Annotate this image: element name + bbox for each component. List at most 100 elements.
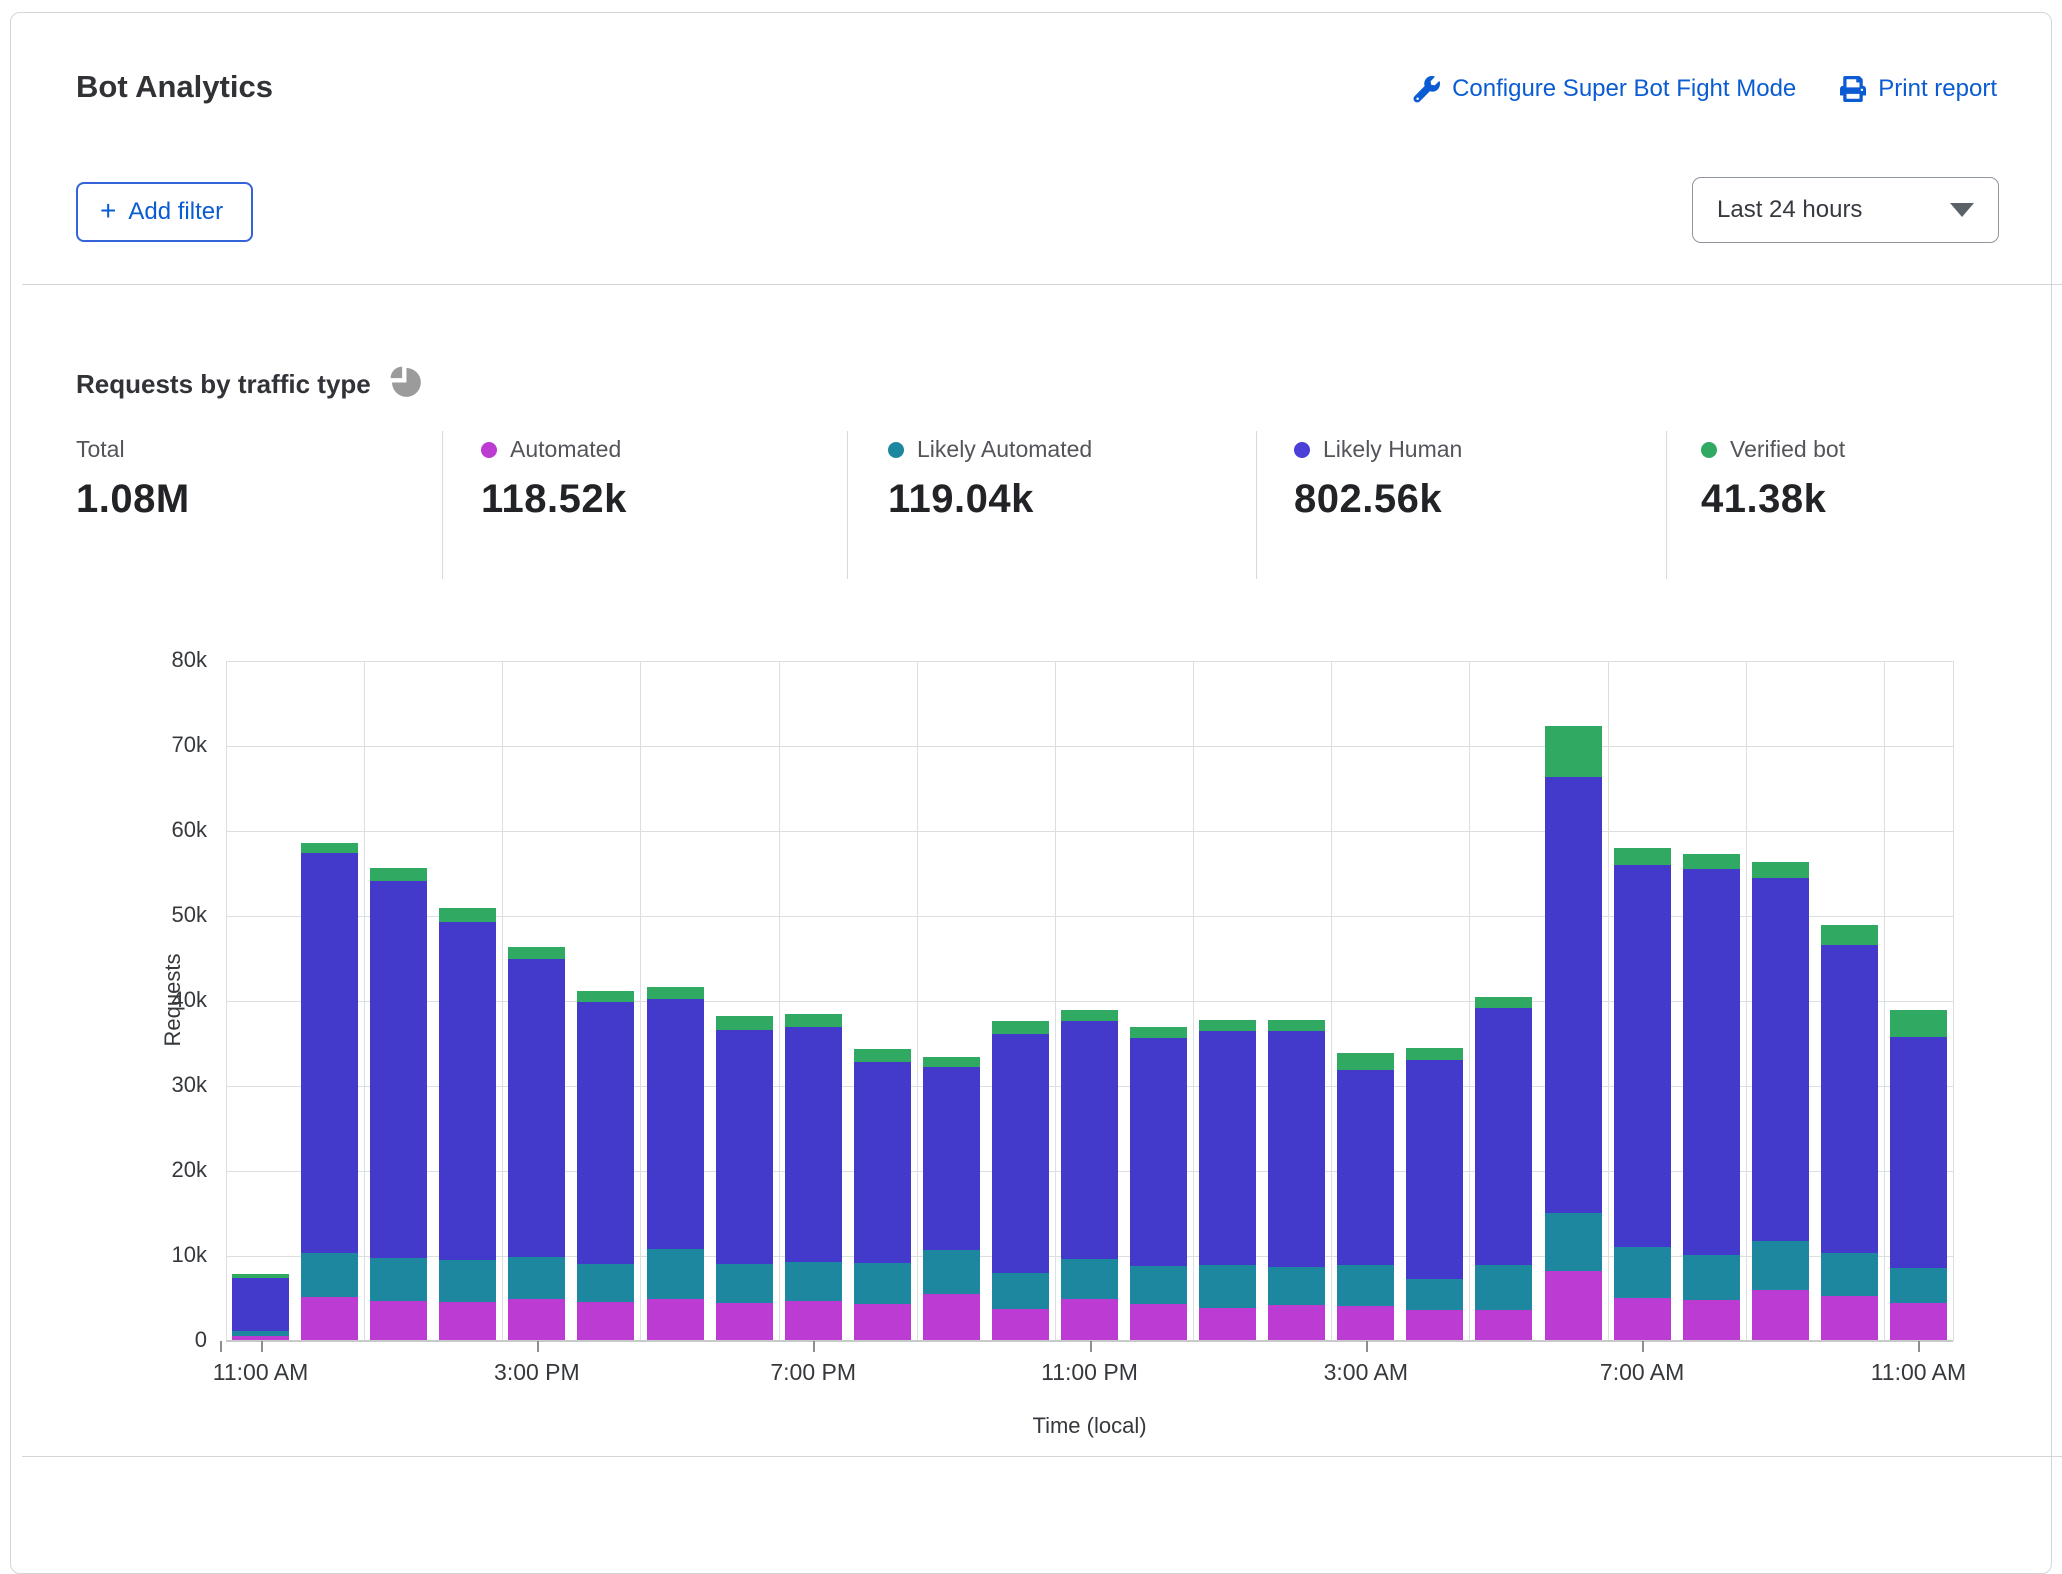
bar-hour-21[interactable] <box>1683 854 1740 1341</box>
bar-segment-verified-bot <box>716 1016 773 1030</box>
v-gridline <box>502 661 503 1341</box>
v-gridline <box>1608 661 1609 1341</box>
bar-segment-automated <box>439 1302 496 1341</box>
bar-segment-automated <box>785 1301 842 1341</box>
stat-total: Total 1.08M <box>76 436 190 522</box>
bar-hour-6[interactable] <box>647 987 704 1341</box>
bar-segment-verified-bot <box>1821 925 1878 945</box>
v-gridline <box>226 661 227 1341</box>
bar-hour-17[interactable] <box>1406 1048 1463 1341</box>
y-tick-label: 0 <box>117 1327 207 1353</box>
page-title: Bot Analytics <box>76 69 273 105</box>
bar-segment-likely-human <box>1199 1031 1256 1265</box>
bar-segment-automated <box>923 1294 980 1341</box>
bar-segment-likely-automated <box>1752 1241 1809 1290</box>
bar-hour-14[interactable] <box>1199 1020 1256 1341</box>
bar-segment-verified-bot <box>1890 1010 1947 1037</box>
v-gridline <box>917 661 918 1341</box>
stat-likely-automated: Likely Automated119.04k <box>888 436 1092 522</box>
bar-segment-likely-automated <box>1475 1265 1532 1311</box>
bar-segment-verified-bot <box>923 1057 980 1067</box>
bar-hour-1[interactable] <box>301 843 358 1341</box>
bar-segment-automated <box>1475 1310 1532 1341</box>
bar-segment-automated <box>370 1301 427 1341</box>
bar-segment-likely-automated <box>1130 1266 1187 1303</box>
bar-segment-likely-automated <box>1821 1253 1878 1296</box>
bar-segment-likely-human <box>232 1278 289 1331</box>
bar-hour-4[interactable] <box>508 947 565 1341</box>
legend-dot-icon <box>1294 442 1310 458</box>
y-tick-label: 70k <box>117 732 207 758</box>
bar-hour-23[interactable] <box>1821 925 1878 1341</box>
bar-segment-automated <box>508 1299 565 1342</box>
bar-hour-7[interactable] <box>716 1016 773 1341</box>
bar-segment-verified-bot <box>992 1021 1049 1034</box>
bar-segment-automated <box>854 1304 911 1341</box>
bar-segment-automated <box>992 1309 1049 1341</box>
bar-segment-verified-bot <box>508 947 565 960</box>
stat-value: 1.08M <box>76 477 190 522</box>
y-tick-label: 80k <box>117 647 207 673</box>
bar-hour-13[interactable] <box>1130 1027 1187 1341</box>
bar-segment-verified-bot <box>370 868 427 882</box>
stat-divider <box>847 431 848 579</box>
stat-value: 41.38k <box>1701 477 1845 522</box>
y-tick-label: 10k <box>117 1242 207 1268</box>
bar-hour-12[interactable] <box>1061 1010 1118 1341</box>
bar-hour-24[interactable] <box>1890 1010 1947 1341</box>
bar-hour-8[interactable] <box>785 1014 842 1341</box>
bar-segment-verified-bot <box>577 991 634 1002</box>
print-report-link[interactable]: Print report <box>1840 75 1997 103</box>
y-tick-label: 40k <box>117 987 207 1013</box>
bar-segment-likely-human <box>1545 777 1602 1213</box>
bar-segment-automated <box>1545 1271 1602 1341</box>
x-tick <box>1366 1341 1368 1352</box>
bar-segment-likely-automated <box>370 1258 427 1301</box>
bar-segment-likely-automated <box>785 1262 842 1301</box>
x-tick <box>1090 1341 1092 1352</box>
bar-hour-3[interactable] <box>439 908 496 1341</box>
bar-segment-verified-bot <box>439 908 496 922</box>
bar-segment-automated <box>1683 1300 1740 1341</box>
bar-segment-verified-bot <box>301 843 358 853</box>
bar-segment-likely-human <box>1890 1037 1947 1268</box>
section-title-label: Requests by traffic type <box>76 369 371 400</box>
bar-hour-16[interactable] <box>1337 1053 1394 1341</box>
bar-segment-likely-automated <box>1683 1255 1740 1300</box>
bar-segment-likely-human <box>577 1002 634 1264</box>
bar-segment-likely-automated <box>1545 1213 1602 1272</box>
x-tick-label: 3:00 PM <box>447 1359 627 1386</box>
bar-hour-5[interactable] <box>577 991 634 1341</box>
bar-hour-0[interactable] <box>232 1274 289 1341</box>
bar-hour-18[interactable] <box>1475 997 1532 1341</box>
time-range-select[interactable]: Last 24 hours <box>1692 177 1999 243</box>
bar-hour-11[interactable] <box>992 1021 1049 1341</box>
y-tick-label: 20k <box>117 1157 207 1183</box>
stat-label: Automated <box>481 436 627 463</box>
bar-segment-automated <box>1130 1304 1187 1341</box>
bar-hour-19[interactable] <box>1545 726 1602 1341</box>
origin-tick <box>220 1341 222 1352</box>
bar-segment-automated <box>647 1299 704 1341</box>
bar-hour-15[interactable] <box>1268 1020 1325 1341</box>
bar-segment-likely-automated <box>1268 1267 1325 1305</box>
bar-segment-likely-automated <box>577 1264 634 1302</box>
bot-analytics-card: Bot Analytics Configure Super Bot Fight … <box>10 12 2052 1574</box>
stat-label: Total <box>76 436 190 463</box>
bar-segment-verified-bot <box>785 1014 842 1028</box>
bar-hour-10[interactable] <box>923 1057 980 1341</box>
x-tick <box>261 1341 263 1352</box>
bar-hour-20[interactable] <box>1614 848 1671 1341</box>
header-links: Configure Super Bot Fight Mode Print rep… <box>1413 75 1997 103</box>
stat-label-text: Verified bot <box>1730 436 1845 463</box>
x-tick-label: 7:00 AM <box>1552 1359 1732 1386</box>
bar-segment-likely-human <box>785 1027 842 1262</box>
bar-hour-2[interactable] <box>370 868 427 1341</box>
add-filter-button[interactable]: + Add filter <box>76 182 253 242</box>
bar-hour-9[interactable] <box>854 1049 911 1341</box>
bar-hour-22[interactable] <box>1752 862 1809 1341</box>
bar-segment-automated <box>1890 1303 1947 1341</box>
bar-segment-likely-human <box>1614 865 1671 1247</box>
configure-super-bot-fight-mode-link[interactable]: Configure Super Bot Fight Mode <box>1413 75 1796 103</box>
x-tick-label: 7:00 PM <box>723 1359 903 1386</box>
